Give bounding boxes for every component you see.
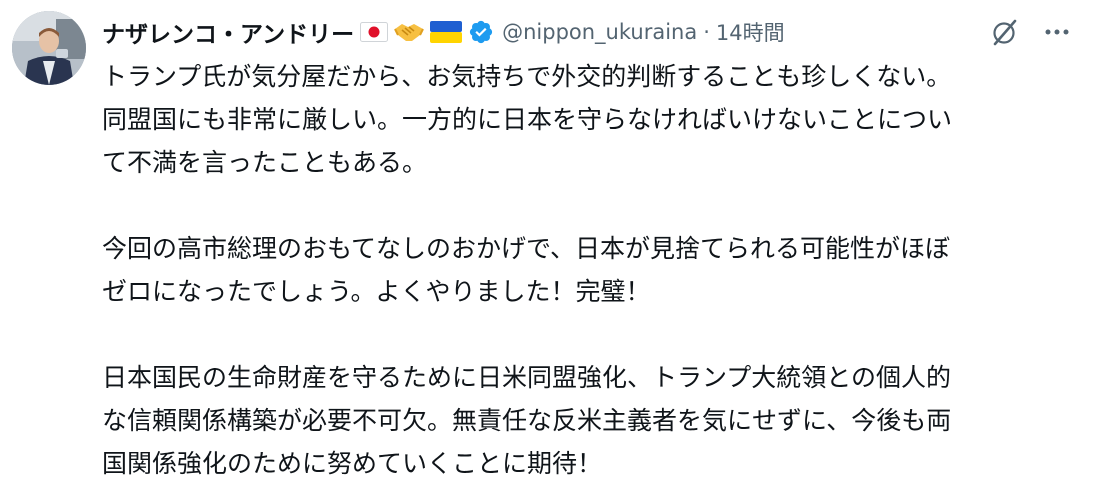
- post-line: ゼロになったでしょう。よくやりました！完璧！: [102, 277, 651, 306]
- verified-badge-icon[interactable]: [468, 19, 494, 45]
- handshake-icon: [394, 20, 424, 44]
- post-line: トランプ氏が気分屋だから、お気持ちで外交的判断することも珍しくない。: [102, 62, 952, 91]
- post-line: 今回の高市総理のおもてなしのおかげで、日本が見捨てられる可能性がほぼ: [102, 234, 951, 263]
- author-name[interactable]: ナザレンコ・アンドリー: [102, 15, 354, 49]
- post-time[interactable]: 14時間: [716, 17, 785, 47]
- post-header: ナザレンコ・アンドリー @nippon_ukuraina · 14時間: [102, 12, 785, 52]
- avatar[interactable]: [12, 11, 86, 85]
- flag-ukraine-icon: [430, 21, 463, 43]
- post-line: な信頼関係構築が必要不可欠。無責任な反米主義者を気にせずに、今後も両: [102, 406, 952, 435]
- post-line: 日本国民の生命財産を守るために日米同盟強化、トランプ大統領との個人的: [102, 363, 952, 392]
- post-text: トランプ氏が気分屋だから、お気持ちで外交的判断することも珍しくない。 同盟国にも…: [102, 55, 1077, 485]
- post-line: て不満を言ったこともある。: [102, 148, 428, 177]
- post-line: 同盟国にも非常に厳しい。一方的に日本を守らなければいけないことについ: [102, 105, 953, 134]
- post-line: 国関係強化のために努めていくことに期待！: [102, 449, 603, 478]
- flag-japan-icon: [360, 22, 389, 42]
- grok-icon[interactable]: [990, 17, 1020, 47]
- author-handle[interactable]: @nippon_ukuraina: [502, 20, 697, 44]
- more-icon[interactable]: [1040, 17, 1074, 47]
- separator-dot: ·: [703, 20, 710, 44]
- avatar-image: [12, 11, 86, 85]
